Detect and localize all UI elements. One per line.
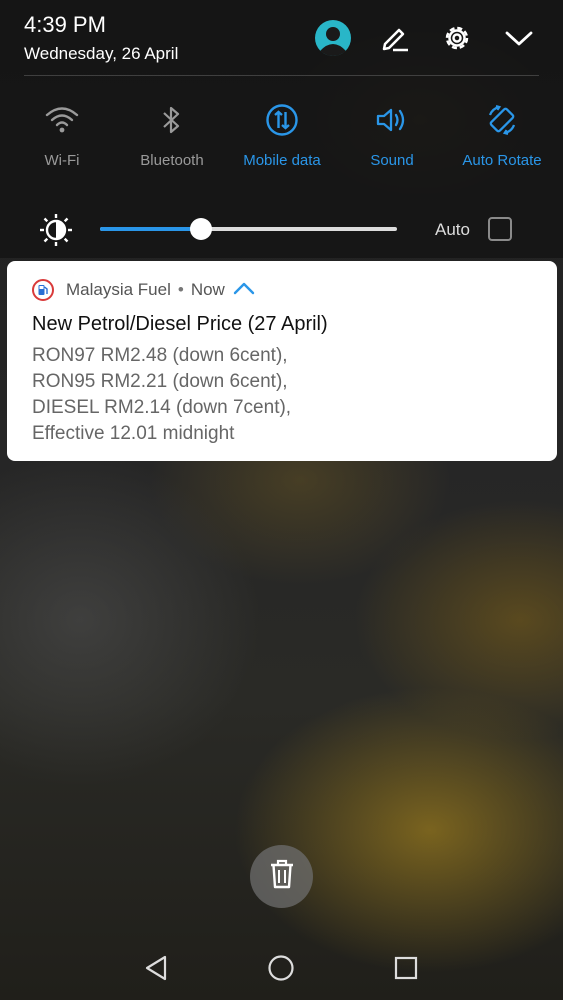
collapse-icon[interactable] [499, 18, 539, 58]
auto-brightness-label: Auto [435, 220, 470, 239]
settings-icon[interactable] [437, 18, 477, 58]
notification-header: Malaysia Fuel • Now [32, 277, 255, 303]
notification-title: New Petrol/Diesel Price (27 April) [32, 313, 328, 335]
notification-line: Effective 12.01 midnight [32, 423, 235, 444]
tile-label: Wi-Fi [44, 152, 80, 169]
tile-label: Sound [370, 152, 414, 169]
notification-separator: • [177, 280, 184, 299]
notification-time: Now [190, 280, 225, 299]
tile-mobile-data[interactable]: Mobile data [227, 100, 337, 169]
trash-icon [268, 858, 296, 895]
notification-body: RON97 RM2.48 (down 6cent), RON95 RM2.21 … [32, 343, 291, 447]
tile-label: Auto Rotate [462, 152, 542, 169]
back-icon[interactable] [140, 952, 172, 984]
auto-brightness-checkbox[interactable] [488, 217, 512, 241]
notification-app-name: Malaysia Fuel [66, 280, 171, 299]
chevron-up-icon[interactable] [233, 281, 255, 300]
home-icon[interactable] [265, 952, 297, 984]
clear-all-button[interactable] [250, 845, 313, 908]
avatar-icon[interactable] [313, 18, 353, 58]
brightness-icon [38, 212, 74, 253]
wifi-icon [42, 100, 82, 140]
brightness-fill [100, 227, 201, 231]
bluetooth-icon [152, 100, 192, 140]
edit-icon[interactable] [375, 18, 415, 58]
notification-line: RON97 RM2.48 (down 6cent), [32, 345, 288, 366]
notification-line: RON95 RM2.21 (down 6cent), [32, 371, 288, 392]
status-time: 4:39 PM [24, 12, 106, 37]
tile-label: Bluetooth [140, 152, 204, 169]
tile-label: Mobile data [243, 152, 321, 169]
status-date: Wednesday, 26 April [24, 44, 179, 63]
tile-wifi[interactable]: Wi-Fi [7, 100, 117, 169]
notification-line: DIESEL RM2.14 (down 7cent), [32, 397, 292, 418]
auto-rotate-icon [482, 100, 522, 140]
brightness-row: Auto [0, 208, 563, 252]
notification-card[interactable]: Malaysia Fuel • Now New Petrol/Diesel Pr… [7, 261, 557, 461]
tile-sound[interactable]: Sound [337, 100, 447, 169]
quick-settings: Wi-Fi Bluetooth Mobile data Sound Auto R… [0, 100, 563, 169]
tile-bluetooth[interactable]: Bluetooth [117, 100, 227, 169]
sound-icon [372, 100, 412, 140]
tile-auto-rotate[interactable]: Auto Rotate [447, 100, 557, 169]
header-divider [24, 75, 539, 76]
fuel-pump-icon [32, 279, 54, 301]
header-actions [313, 18, 539, 58]
brightness-thumb[interactable] [189, 218, 212, 240]
mobile-data-icon [262, 100, 302, 140]
recents-icon[interactable] [390, 952, 422, 984]
brightness-slider[interactable] [100, 218, 397, 240]
shade-header: 4:39 PM Wednesday, 26 April [24, 10, 539, 76]
navigation-bar [0, 940, 563, 996]
